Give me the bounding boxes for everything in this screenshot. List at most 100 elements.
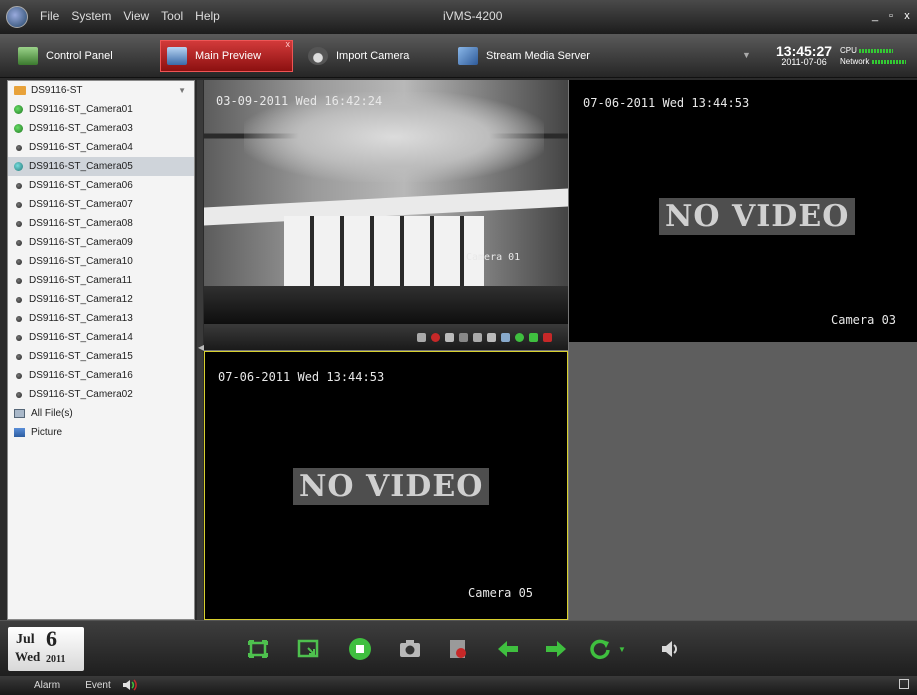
video-pane-4-empty[interactable] (569, 342, 917, 620)
camera-label: DS9116-ST_Camera10 (29, 256, 133, 267)
capture-icon (400, 640, 420, 657)
calendar-date: Jul 6 Wed 2011 (8, 626, 84, 671)
camera-list-item[interactable]: DS9116-ST_Camera05 (8, 157, 194, 176)
minimize-button[interactable]: _ (869, 10, 881, 22)
tree-root-device[interactable]: DS9116-ST ▼ (8, 81, 194, 100)
volume-button[interactable] (656, 635, 684, 663)
tab-main-preview[interactable]: Main Preview x (160, 39, 293, 72)
zoom-icon[interactable] (459, 332, 468, 342)
system-usage: CPU Network (840, 45, 906, 67)
maximize-button[interactable]: ▫ (885, 10, 897, 22)
video-grid: 03-09-2011 Wed 16:42:24 Camera 01 07-06-… (204, 80, 917, 620)
camera-status-icon (16, 391, 22, 398)
menu-help[interactable]: Help (195, 9, 220, 23)
files-icon (14, 409, 25, 418)
camera-label: DS9116-ST_Camera16 (29, 370, 133, 381)
camera-status-icon (16, 258, 22, 265)
camera-list-item[interactable]: DS9116-ST_Camera06 (8, 176, 194, 195)
cycle-dropdown[interactable]: ▼ (614, 635, 630, 663)
app-logo-icon (6, 6, 28, 28)
chevron-down-icon[interactable]: ▼ (178, 86, 186, 95)
event-tab[interactable]: Event (80, 678, 116, 693)
camera-status-icon[interactable] (501, 332, 510, 342)
title-bar: File System View Tool Help iVMS-4200 _ ▫… (0, 0, 917, 34)
menu-system[interactable]: System (71, 9, 111, 23)
restore-panel-button[interactable] (899, 679, 909, 689)
calendar-weekday: Wed (15, 649, 41, 664)
stop-all-button[interactable] (346, 635, 374, 663)
camera-tree-panel: DS9116-ST ▼ DS9116-ST_Camera01 DS9116-ST_… (7, 80, 195, 620)
folder-icon (14, 86, 26, 95)
app-title: iVMS-4200 (443, 9, 503, 23)
stop-all-icon (349, 638, 371, 660)
device-label: DS9116-ST (31, 85, 83, 96)
camera-status-icon (16, 296, 22, 303)
record-icon[interactable] (431, 332, 440, 342)
stream-icon[interactable] (487, 332, 496, 342)
camera-list-item[interactable]: DS9116-ST_Camera10 (8, 252, 194, 271)
camera-list-item[interactable]: DS9116-ST_Camera02 (8, 385, 194, 404)
menu-view[interactable]: View (123, 9, 149, 23)
camera-list-item[interactable]: DS9116-ST_Camera13 (8, 309, 194, 328)
stop-record-button[interactable] (444, 635, 472, 663)
server-icon (458, 47, 478, 65)
camera-label: DS9116-ST_Camera12 (29, 294, 133, 305)
camera-status-icon (16, 220, 22, 227)
camera-list-item[interactable]: DS9116-ST_Camera04 (8, 138, 194, 157)
camera-list-item[interactable]: DS9116-ST_Camera11 (8, 271, 194, 290)
tab-stream-media-server[interactable]: Stream Media Server (452, 40, 642, 72)
video-pane-2[interactable]: 07-06-2011 Wed 13:44:53 NO VIDEO Camera … (569, 80, 917, 342)
talk-icon[interactable] (445, 332, 454, 342)
camera-list-item[interactable]: DS9116-ST_Camera15 (8, 347, 194, 366)
audio-icon[interactable] (543, 332, 552, 342)
all-files-label: All File(s) (31, 408, 73, 419)
video-pane-1[interactable]: 03-09-2011 Wed 16:42:24 Camera 01 (204, 80, 568, 350)
camera-status-icon (16, 334, 22, 341)
tab-import-camera[interactable]: Import Camera (302, 40, 442, 72)
camera-list-item[interactable]: DS9116-ST_Camera14 (8, 328, 194, 347)
tab-control-panel[interactable]: Control Panel (12, 40, 152, 72)
camera-list-item[interactable]: DS9116-ST_Camera09 (8, 233, 194, 252)
snapshot-icon[interactable] (417, 332, 426, 342)
close-button[interactable]: x (901, 10, 913, 22)
ptz-icon[interactable] (473, 332, 482, 342)
camera-label: DS9116-ST_Camera02 (29, 389, 133, 400)
camera-label: DS9116-ST_Camera03 (29, 123, 133, 134)
menu-file[interactable]: File (40, 9, 59, 23)
camera-label: DS9116-ST_Camera07 (29, 199, 133, 210)
close-tab-icon[interactable]: x (286, 39, 291, 49)
next-page-button[interactable] (542, 635, 570, 663)
previous-page-button[interactable] (494, 635, 522, 663)
camera-list-item[interactable]: DS9116-ST_Camera07 (8, 195, 194, 214)
camera-label: DS9116-ST_Camera05 (29, 161, 133, 172)
alarm-tab[interactable]: Alarm (22, 678, 72, 693)
tree-all-files[interactable]: All File(s) (8, 404, 194, 423)
camera-status-icon (16, 182, 22, 189)
menu-tool[interactable]: Tool (161, 9, 183, 23)
camera-list-item[interactable]: DS9116-ST_Camera01 (8, 100, 194, 119)
refresh-icon[interactable] (529, 332, 538, 342)
osd-camera-name: Camera 01 (466, 252, 521, 263)
capture-button[interactable] (396, 635, 424, 663)
chevron-down-icon: ▼ (618, 644, 626, 654)
layout-button[interactable] (294, 635, 322, 663)
osd-camera-name: Camera 05 (468, 586, 534, 600)
camera-status-icon (16, 315, 22, 322)
play-icon[interactable] (515, 332, 524, 342)
fullscreen-button[interactable] (244, 635, 272, 663)
tab-dropdown-icon[interactable]: ▼ (742, 50, 751, 60)
camera-list-item[interactable]: DS9116-ST_Camera12 (8, 290, 194, 309)
tree-picture[interactable]: Picture (8, 423, 194, 442)
status-bar: Alarm Event (0, 676, 917, 695)
speaker-icon[interactable] (122, 678, 138, 692)
camera-list-item[interactable]: DS9116-ST_Camera03 (8, 119, 194, 138)
fullscreen-icon (248, 640, 268, 658)
picture-label: Picture (31, 427, 63, 438)
camera-list-item[interactable]: DS9116-ST_Camera08 (8, 214, 194, 233)
camera-list-item[interactable]: DS9116-ST_Camera16 (8, 366, 194, 385)
no-video-label: NO VIDEO (659, 198, 856, 235)
camera-status-icon (16, 239, 22, 246)
previous-page-icon (498, 641, 518, 657)
cycle-button[interactable] (586, 635, 614, 663)
video-pane-3-selected[interactable]: 07-06-2011 Wed 13:44:53 NO VIDEO Camera … (204, 351, 568, 620)
